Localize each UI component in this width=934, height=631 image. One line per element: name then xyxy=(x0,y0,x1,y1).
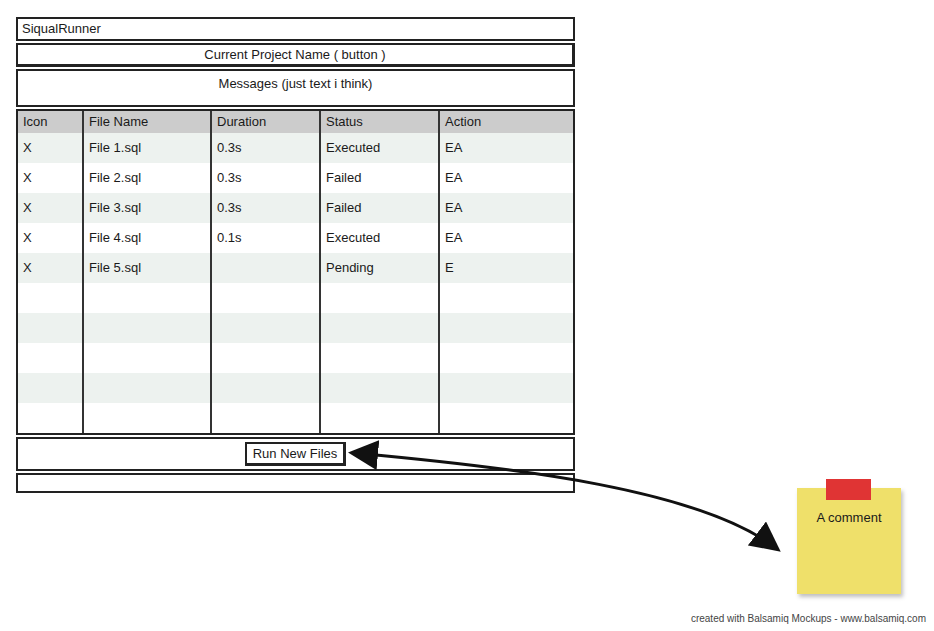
table-cell xyxy=(321,343,440,373)
table-cell: E xyxy=(440,253,573,283)
table-cell: Executed xyxy=(321,223,440,253)
table-cell: Failed xyxy=(321,163,440,193)
table-row[interactable]: XFile 2.sql0.3sFailedEA xyxy=(18,163,573,193)
table-cell xyxy=(321,313,440,343)
table-cell xyxy=(212,253,321,283)
note-text: A comment xyxy=(816,508,881,594)
window-title: SiqualRunner xyxy=(22,19,101,39)
column-header[interactable]: File Name xyxy=(84,111,212,133)
table-row[interactable]: XFile 5.sql PendingE xyxy=(18,253,573,283)
table-header: IconFile NameDurationStatusAction xyxy=(18,111,573,133)
table-cell: EA xyxy=(440,193,573,223)
table-cell: X xyxy=(18,193,84,223)
sticky-note[interactable]: A comment xyxy=(797,488,901,594)
table-cell xyxy=(212,373,321,403)
table-cell: EA xyxy=(440,163,573,193)
table-cell xyxy=(321,283,440,313)
table-cell: Failed xyxy=(321,193,440,223)
column-header[interactable]: Duration xyxy=(212,111,321,133)
table-cell: X xyxy=(18,163,84,193)
table-cell: File 3.sql xyxy=(84,193,212,223)
mockup-canvas: SiqualRunner Current Project Name ( butto… xyxy=(0,0,934,631)
table-cell: 0.3s xyxy=(212,133,321,163)
column-header[interactable]: Icon xyxy=(18,111,84,133)
table-row[interactable]: XFile 4.sql0.1sExecutedEA xyxy=(18,223,573,253)
table-cell xyxy=(84,343,212,373)
table-cell xyxy=(440,373,573,403)
table-cell: EA xyxy=(440,133,573,163)
table-row[interactable]: XFile 3.sql0.3sFailedEA xyxy=(18,193,573,223)
table-cell xyxy=(321,373,440,403)
table-cell xyxy=(212,283,321,313)
footer-bar: Run New Files xyxy=(16,437,575,471)
table-cell xyxy=(212,343,321,373)
empty-row xyxy=(18,283,573,313)
table-cell: 0.3s xyxy=(212,163,321,193)
table-cell: 0.3s xyxy=(212,193,321,223)
credit-text: created with Balsamiq Mockups - www.bals… xyxy=(691,611,926,626)
empty-row xyxy=(18,373,573,403)
empty-row xyxy=(18,343,573,373)
note-tape xyxy=(826,479,871,500)
empty-row xyxy=(18,313,573,343)
empty-row xyxy=(18,403,573,433)
table-cell xyxy=(440,283,573,313)
connector-arrow-icon xyxy=(0,0,934,631)
app-window: SiqualRunner Current Project Name ( butto… xyxy=(16,0,575,493)
table-cell: X xyxy=(18,223,84,253)
table-cell xyxy=(440,403,573,433)
table-cell: EA xyxy=(440,223,573,253)
table-cell: File 2.sql xyxy=(84,163,212,193)
table-cell xyxy=(18,373,84,403)
table-cell xyxy=(84,373,212,403)
table-cell: File 1.sql xyxy=(84,133,212,163)
messages-area: Messages (just text i think) xyxy=(16,69,575,107)
table-cell: Executed xyxy=(321,133,440,163)
table-cell xyxy=(440,313,573,343)
table-cell: Pending xyxy=(321,253,440,283)
column-header[interactable]: Status xyxy=(321,111,440,133)
table-cell xyxy=(321,403,440,433)
project-name-button[interactable]: Current Project Name ( button ) xyxy=(16,43,575,68)
table-cell: 0.1s xyxy=(212,223,321,253)
table-cell xyxy=(440,343,573,373)
run-new-files-button[interactable]: Run New Files xyxy=(245,442,347,467)
status-bar xyxy=(16,473,575,493)
table-cell: File 4.sql xyxy=(84,223,212,253)
title-bar: SiqualRunner xyxy=(16,17,575,41)
table-cell: File 5.sql xyxy=(84,253,212,283)
table-row[interactable]: XFile 1.sql0.3sExecutedEA xyxy=(18,133,573,163)
table-cell xyxy=(18,403,84,433)
table-cell: X xyxy=(18,133,84,163)
table-cell xyxy=(84,403,212,433)
table-cell xyxy=(212,403,321,433)
table-cell xyxy=(18,313,84,343)
table-cell xyxy=(18,283,84,313)
table-cell: X xyxy=(18,253,84,283)
file-table: IconFile NameDurationStatusActionXFile 1… xyxy=(16,109,575,435)
table-cell xyxy=(212,313,321,343)
column-header[interactable]: Action xyxy=(440,111,573,133)
messages-text: Messages (just text i think) xyxy=(219,74,373,105)
table-cell xyxy=(84,283,212,313)
table-cell xyxy=(18,343,84,373)
table-cell xyxy=(84,313,212,343)
